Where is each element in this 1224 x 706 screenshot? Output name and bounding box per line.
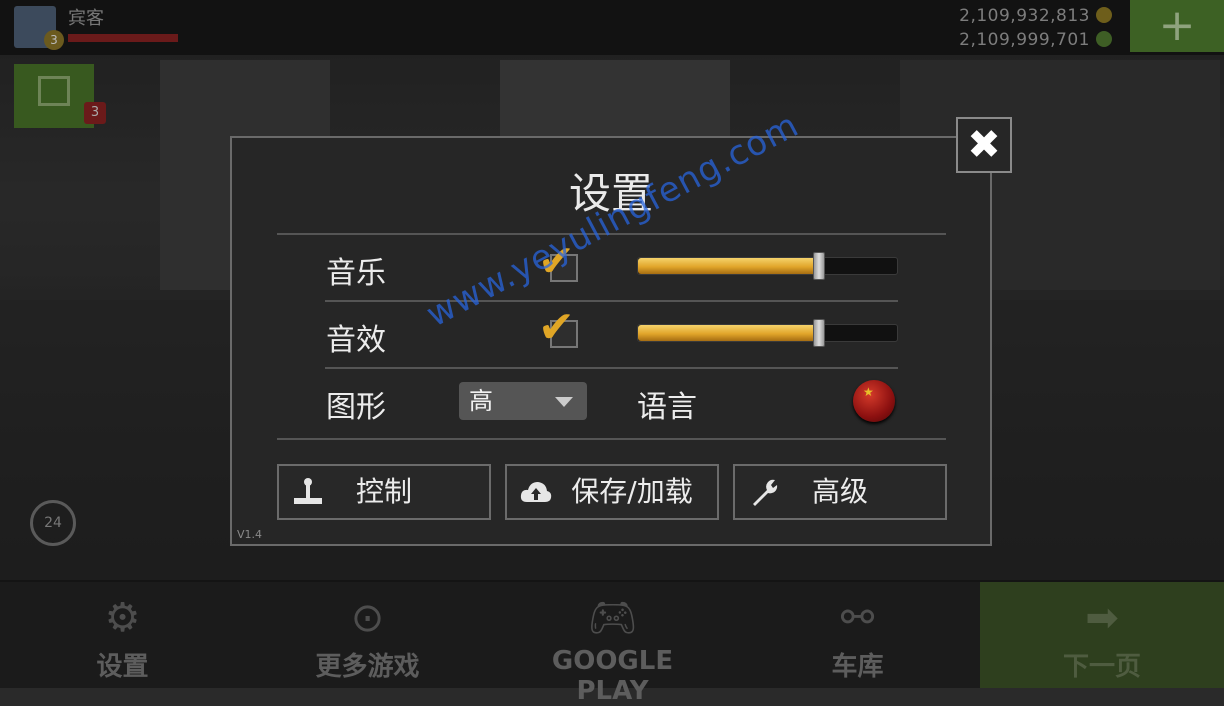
language-label: 语言 — [637, 390, 697, 425]
add-currency-button[interactable]: + — [1130, 0, 1224, 52]
graphics-quality-value: 高 — [469, 387, 493, 415]
nav-google-play[interactable]: 🎮︎ GOOGLE PLAY — [530, 582, 695, 706]
xp-bar — [68, 34, 178, 42]
slider-thumb[interactable] — [813, 252, 826, 280]
sfx-checkbox[interactable]: ✔ — [538, 306, 578, 350]
controls-label: 控制 — [355, 475, 412, 508]
divider — [325, 367, 898, 369]
checkmark-icon: ✔ — [538, 302, 575, 353]
level-badge: 3 — [44, 30, 64, 50]
motorcycle-icon: ⚯ — [840, 595, 875, 641]
username: 宾客 — [68, 8, 104, 29]
money-display: 2,109,932,813 — [959, 6, 1112, 26]
sfx-volume-slider[interactable] — [637, 319, 898, 347]
slider-fill — [638, 325, 820, 341]
gear-icon: ⚙ — [104, 595, 141, 641]
nav-garage[interactable]: ⚯ 车库 — [775, 582, 940, 688]
nav-settings[interactable]: ⚙ 设置 — [40, 582, 205, 688]
timer-icon[interactable]: 24 — [30, 500, 76, 546]
arrow-right-icon: ➡ — [1085, 595, 1119, 641]
graphics-quality-select[interactable]: 高 — [459, 382, 587, 420]
gift-icon — [38, 76, 70, 106]
nav-more-games[interactable]: ⊙ 更多游戏 — [285, 582, 450, 688]
graphics-label: 图形 — [326, 390, 386, 425]
gem-display: 2,109,999,701 — [959, 30, 1112, 50]
music-volume-slider[interactable] — [637, 252, 898, 280]
bottom-nav: ⚙ 设置 ⊙ 更多游戏 🎮︎ GOOGLE PLAY ⚯ 车库 ➡ 下一页 — [0, 582, 1224, 706]
more-dots-icon: ⊙ — [350, 595, 385, 641]
top-bar: 宾客 3 2,109,932,813 2,109,999,701 + — [0, 0, 1224, 55]
nav-more-games-label: 更多游戏 — [315, 652, 420, 682]
save-load-label: 保存/加载 — [571, 475, 693, 508]
star-icon: ★ — [863, 385, 874, 399]
slider-fill — [638, 258, 820, 274]
music-label: 音乐 — [326, 256, 386, 291]
gem-value: 2,109,999,701 — [959, 30, 1090, 50]
nav-google-play-label: GOOGLE PLAY — [551, 646, 674, 706]
sfx-label: 音效 — [326, 323, 386, 358]
advanced-label: 高级 — [811, 475, 868, 508]
version-label: V1.4 — [237, 528, 263, 541]
china-flag-icon[interactable]: ★ — [853, 380, 895, 422]
gem-icon — [1096, 31, 1112, 47]
gift-count-badge: 3 — [84, 102, 106, 124]
save-load-button[interactable]: 保存/加载 — [505, 464, 719, 520]
gamepad-icon: 🎮︎ — [587, 595, 638, 641]
coin-icon — [1096, 7, 1112, 23]
gift-button[interactable] — [14, 64, 94, 128]
close-button[interactable]: ✖ — [956, 117, 1012, 173]
nav-next-label: 下一页 — [1062, 652, 1141, 682]
divider — [325, 300, 898, 302]
advanced-button[interactable]: 高级 — [733, 464, 947, 520]
money-value: 2,109,932,813 — [959, 6, 1090, 26]
nav-garage-label: 车库 — [831, 652, 884, 682]
nav-settings-label: 设置 — [96, 652, 149, 682]
chevron-down-icon — [555, 397, 573, 407]
divider — [277, 438, 946, 440]
controls-button[interactable]: 控制 — [277, 464, 491, 520]
nav-next[interactable]: ➡ 下一页 — [980, 582, 1224, 688]
slider-thumb[interactable] — [813, 319, 826, 347]
